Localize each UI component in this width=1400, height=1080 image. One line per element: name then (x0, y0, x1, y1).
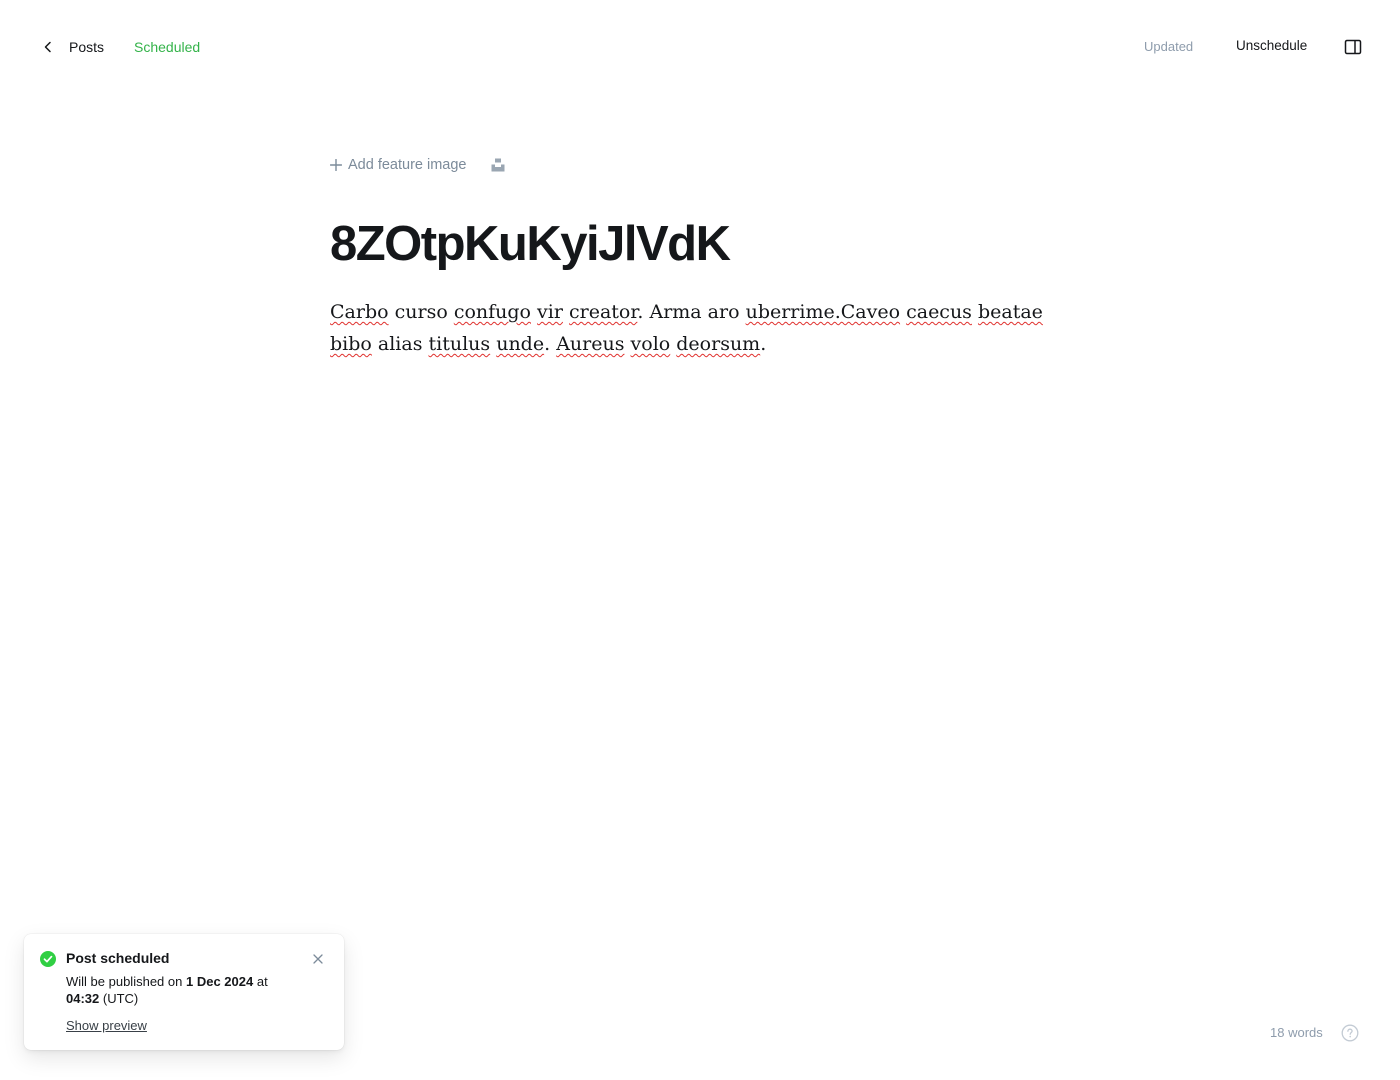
misspelled-word[interactable]: deorsum (676, 333, 760, 355)
back-label: Posts (69, 39, 105, 55)
check-circle-icon (40, 951, 56, 967)
feature-image-row: Add feature image (330, 150, 1080, 180)
toast-title: Post scheduled (66, 950, 170, 966)
post-status: Scheduled (134, 39, 201, 55)
post-title[interactable]: 8ZOtpKuKyiJlVdK (330, 214, 1080, 274)
notification-toast: Post scheduled Will be published on 1 De… (24, 934, 344, 1050)
add-feature-image-button[interactable]: Add feature image (330, 157, 467, 173)
word-count: 18 words (1270, 1025, 1323, 1040)
misspelled-word[interactable]: Carbo (330, 301, 389, 323)
misspelled-word[interactable]: unde (496, 333, 544, 355)
post-body[interactable]: Carbo curso confugo vir creator. Arma ar… (330, 296, 1080, 360)
misspelled-word[interactable]: bibo (330, 333, 372, 355)
back-to-posts-link[interactable]: Posts (40, 36, 104, 58)
toast-message-prefix: Will be published on (66, 974, 183, 989)
toast-message: Will be published on 1 Dec 2024 at 04:32… (66, 973, 316, 1007)
unsplash-icon[interactable] (491, 158, 505, 172)
sidebar-panel-icon[interactable] (1344, 38, 1362, 56)
close-icon[interactable] (312, 953, 324, 965)
save-status: Updated (1144, 39, 1194, 54)
toast-time: 04:32 (66, 991, 100, 1006)
misspelled-word[interactable]: volo (631, 333, 671, 355)
toast-timezone: (UTC) (102, 991, 139, 1006)
misspelled-word[interactable]: caecus (906, 301, 972, 323)
chevron-left-icon (44, 41, 51, 53)
misspelled-word[interactable]: titulus (429, 333, 491, 355)
help-circle-icon[interactable] (1341, 1024, 1359, 1042)
misspelled-word[interactable]: confugo (454, 301, 531, 323)
unschedule-button[interactable]: Unschedule (1236, 38, 1307, 53)
misspelled-word[interactable]: beatae (978, 301, 1043, 323)
toast-date: 1 Dec 2024 (185, 974, 254, 989)
misspelled-word[interactable]: uberrime.Caveo (746, 301, 900, 323)
misspelled-word[interactable]: creator (569, 301, 637, 323)
show-preview-link[interactable]: Show preview (66, 1018, 147, 1033)
add-feature-image-label: Add feature image (348, 157, 467, 173)
editor-header: Posts Scheduled Updated Unschedule (0, 0, 1400, 94)
misspelled-word[interactable]: vir (537, 301, 563, 323)
plus-icon (330, 159, 342, 171)
misspelled-word[interactable]: Aureus (556, 333, 624, 355)
toast-at: at (256, 974, 268, 989)
post-editor: Add feature image 8ZOtpKuKyiJlVdK Carbo … (330, 150, 1080, 360)
